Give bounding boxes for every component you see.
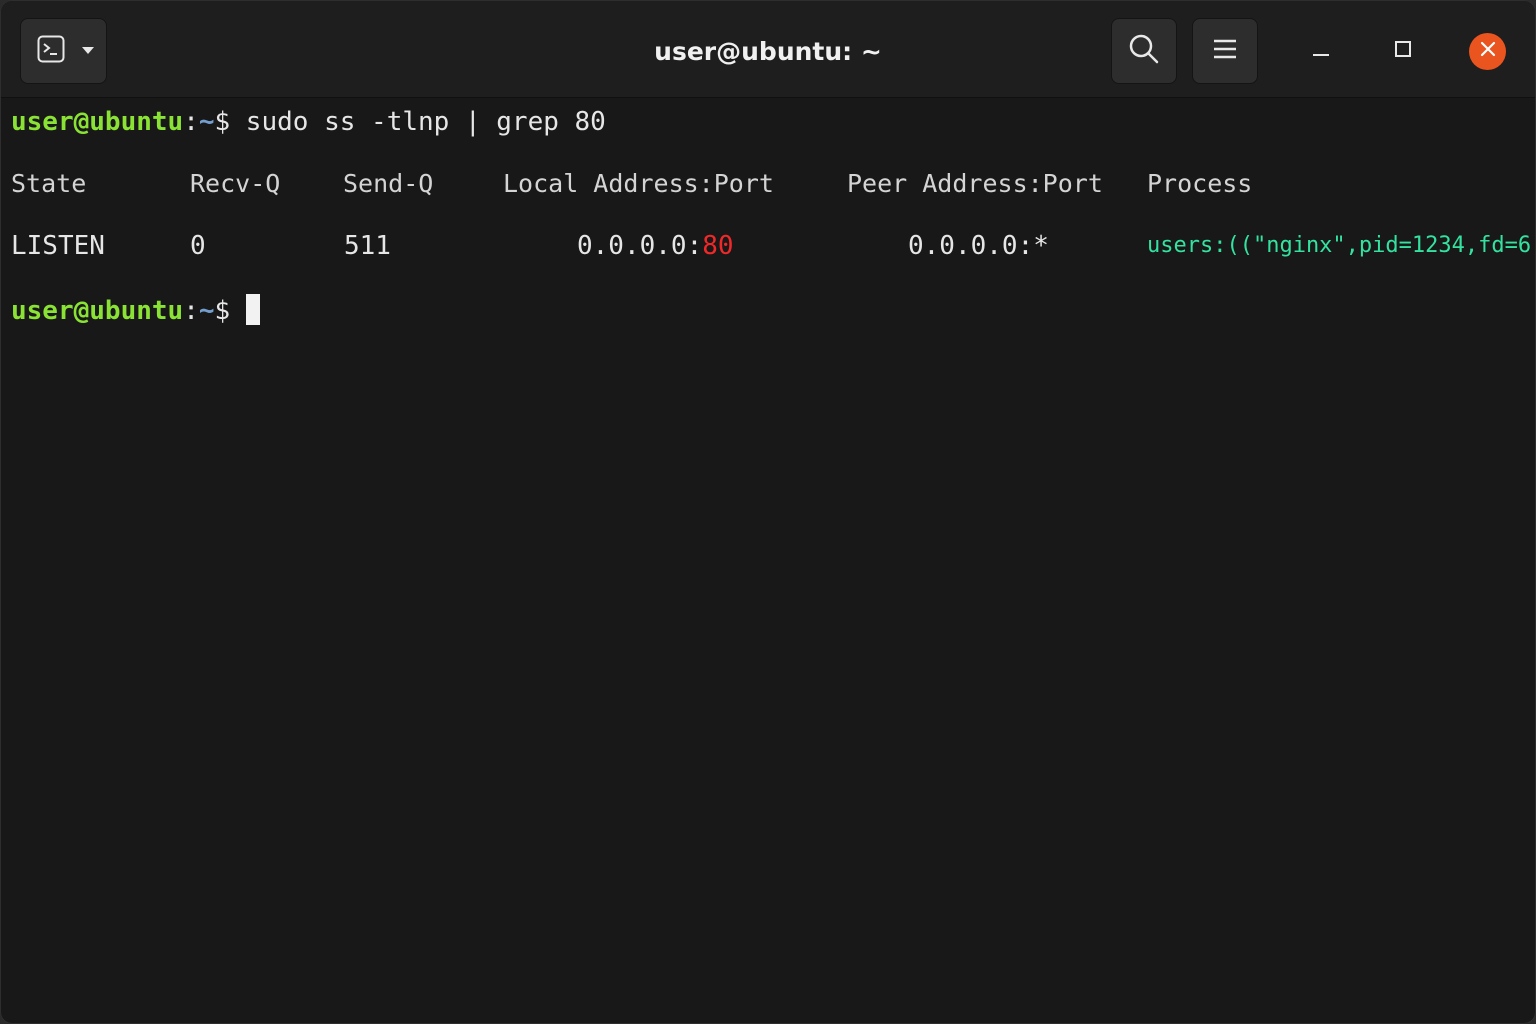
new-tab-button[interactable]: [20, 18, 107, 84]
minimize-button[interactable]: [1301, 31, 1341, 71]
hamburger-menu-icon: [1212, 38, 1238, 65]
text-cursor: [245, 294, 260, 325]
minimize-icon: [1311, 39, 1331, 64]
header-state: State: [11, 169, 87, 198]
chevron-down-icon[interactable]: [81, 42, 95, 60]
header-send-q: Send-Q: [343, 169, 434, 198]
cell-recv-q: 0: [190, 231, 206, 261]
header-local-address: Local Address:Port: [503, 169, 774, 198]
cell-peer-address: 0.0.0.0:*: [908, 231, 1049, 261]
cell-state: LISTEN: [11, 231, 105, 261]
prompt-symbol: $: [214, 107, 231, 137]
command-line: user@ubuntu:~$ sudo ss -tlnp | grep 80: [11, 102, 606, 142]
terminal-icon: [37, 35, 65, 68]
cell-process: users:(("nginx",pid=1234,fd=6)): [1147, 233, 1536, 258]
prompt-path: ~: [198, 296, 215, 326]
header-peer-address: Peer Address:Port: [847, 169, 1103, 198]
prompt-user-host: user@ubuntu: [11, 296, 184, 326]
search-icon: [1128, 33, 1160, 70]
prompt-colon: :: [183, 296, 199, 326]
cell-send-q: 511: [344, 231, 391, 261]
maximize-button[interactable]: [1383, 31, 1423, 71]
terminal-output[interactable]: user@ubuntu:~$ sudo ss -tlnp | grep 80 S…: [1, 98, 1536, 1023]
prompt-line[interactable]: user@ubuntu:~$: [11, 291, 260, 331]
prompt-colon: :: [183, 107, 199, 137]
maximize-icon: [1393, 39, 1413, 64]
local-address-ip: 0.0.0.0:: [577, 231, 703, 261]
terminal-window: user@ubuntu: ~ user@ubuntu:~$ sudo ss -t…: [0, 0, 1536, 1024]
close-button[interactable]: [1469, 33, 1506, 70]
header-recv-q: Recv-Q: [190, 169, 281, 198]
title-bar: user@ubuntu: ~: [1, 1, 1535, 98]
prompt-user-host: user@ubuntu: [11, 107, 184, 137]
command-text: sudo ss -tlnp | grep 80: [230, 107, 606, 137]
menu-button[interactable]: [1192, 18, 1258, 84]
cell-local-address: 0.0.0.0:80: [577, 226, 734, 266]
local-address-port: 80: [702, 231, 734, 261]
search-button[interactable]: [1111, 18, 1177, 84]
close-icon: [1479, 40, 1497, 63]
prompt-symbol: $: [214, 296, 231, 326]
header-process: Process: [1147, 169, 1253, 198]
prompt-path: ~: [198, 107, 215, 137]
